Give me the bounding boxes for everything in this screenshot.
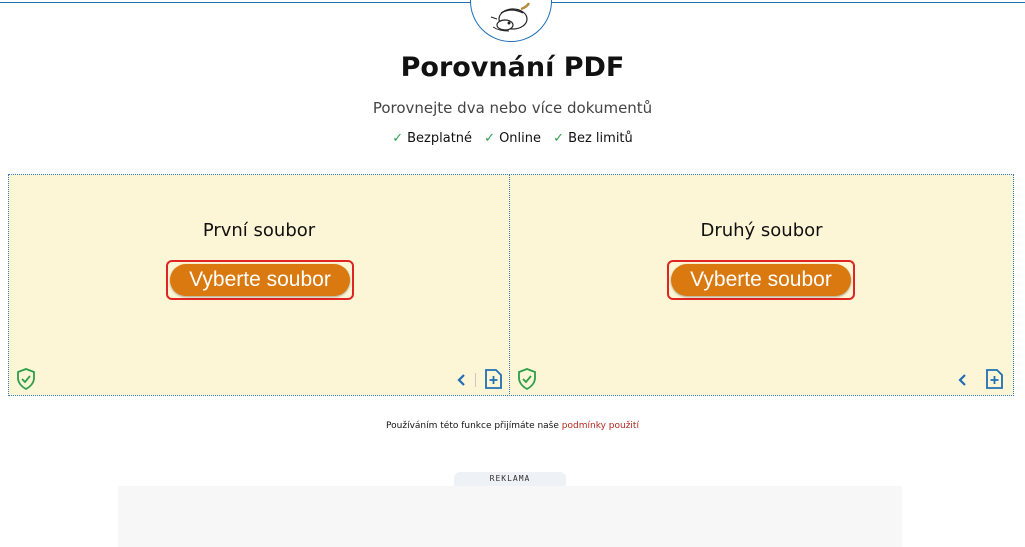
upload-panel-second[interactable]: Druhý soubor Vyberte soubor <box>509 174 1014 396</box>
logo[interactable] <box>470 0 552 42</box>
feature-item: ✓ Online <box>484 131 541 146</box>
add-file-icon[interactable] <box>984 368 1004 390</box>
check-icon: ✓ <box>484 131 496 146</box>
icon-divider <box>475 373 476 387</box>
feature-label: Online <box>499 131 542 146</box>
panel-label-second: Druhý soubor <box>700 220 823 241</box>
ad-label: REKLAMA <box>454 472 566 486</box>
terms-notice: Používáním této funkce přijímáte naše po… <box>0 421 1025 431</box>
select-file-button-outline: Vyberte soubor <box>166 260 354 300</box>
page-title: Porovnání PDF <box>400 52 625 83</box>
select-file-button-first[interactable]: Vyberte soubor <box>170 264 350 296</box>
logo-mascot-icon <box>490 2 531 32</box>
page-subtitle: Porovnejte dva nebo více dokumentů <box>372 99 653 117</box>
select-file-button-outline: Vyberte soubor <box>667 260 855 300</box>
select-file-button-second[interactable]: Vyberte soubor <box>671 264 851 296</box>
check-icon: ✓ <box>553 131 565 146</box>
shield-check-icon <box>518 368 536 390</box>
feature-list: ✓ Bezplatné ✓ Online ✓ Bez limitů <box>0 131 1025 146</box>
check-icon: ✓ <box>392 131 404 146</box>
upload-panel-first[interactable]: První soubor Vyberte soubor <box>8 174 510 396</box>
add-file-icon[interactable] <box>483 368 503 390</box>
chevron-left-icon[interactable] <box>455 373 469 387</box>
chevron-left-icon[interactable] <box>956 373 970 387</box>
terms-text: Používáním této funkce přijímáte naše <box>386 421 559 431</box>
shield-check-icon <box>17 368 35 390</box>
terms-link[interactable]: podmínky použití <box>562 421 639 431</box>
panel-label-first: První soubor <box>202 220 316 241</box>
feature-label: Bezplatné <box>407 131 473 146</box>
feature-item: ✓ Bezplatné <box>392 131 472 146</box>
ad-placeholder <box>118 486 902 547</box>
feature-label: Bez limitů <box>568 131 633 146</box>
feature-item: ✓ Bez limitů <box>553 131 633 146</box>
